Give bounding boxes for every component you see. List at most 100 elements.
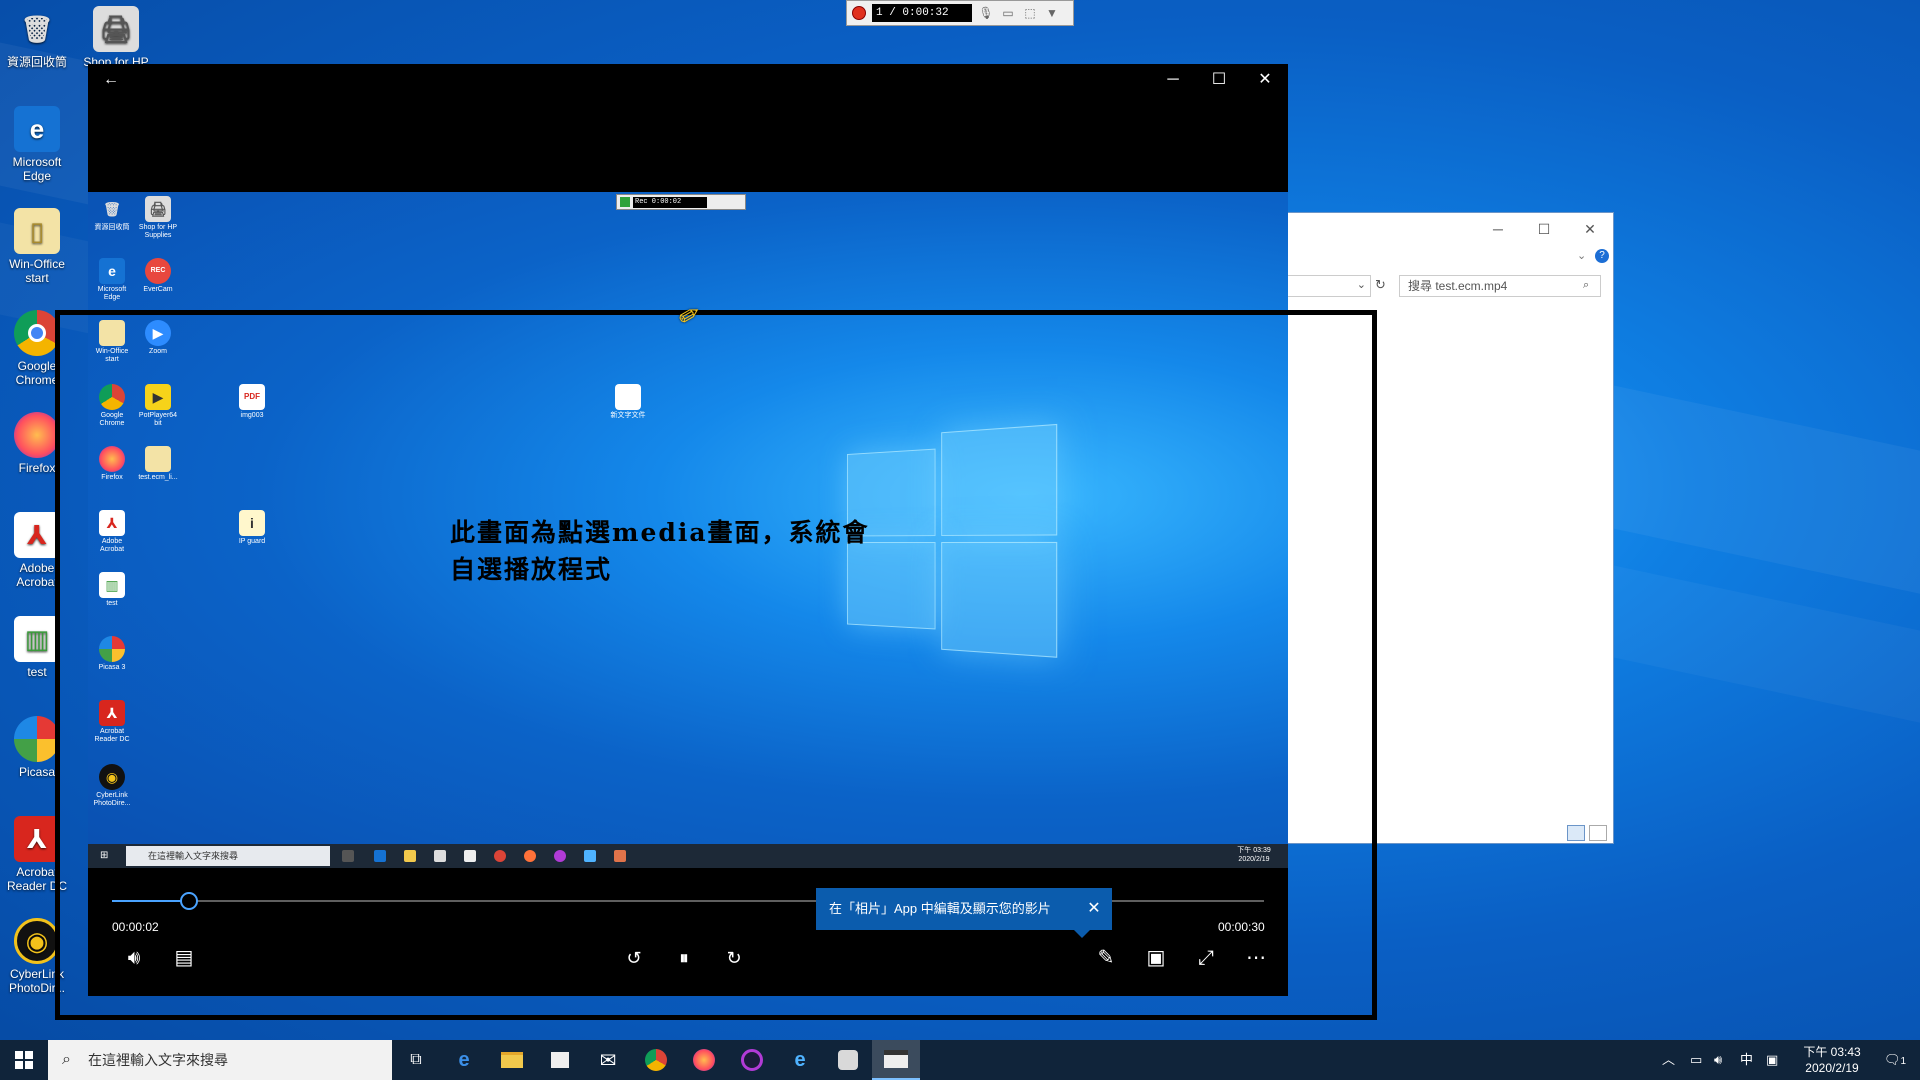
recycle-bin-icon: 🗑 [103, 201, 121, 217]
chevron-down-icon: ⌄ [1356, 279, 1366, 291]
mini-view-icon[interactable]: ▣ [1138, 940, 1174, 976]
inner-desktop-icon: i IP guard [230, 510, 274, 546]
desktop-icon-win-office[interactable]: ▯ Win-Office start [0, 208, 74, 285]
search-icon: ⌕ [62, 1051, 71, 1068]
inner-desktop-icon: ▥ test [90, 572, 134, 608]
subtitles-icon[interactable]: ▤ [166, 940, 202, 976]
desktop-icon-label: Firefox [18, 461, 56, 475]
total-time: 00:00:30 [1218, 920, 1265, 934]
inner-desktop-icon: ⅄ Acrobat Reader DC [90, 700, 134, 744]
photos-app-tooltip[interactable]: 在「相片」App 中編輯及顯示您的影片 ✕ [816, 888, 1112, 938]
desktop-icon-edge[interactable]: e Microsoft Edge [0, 106, 74, 183]
skip-back-icon[interactable]: ↺ [616, 940, 652, 976]
dropdown-arrow-icon[interactable]: ▼ [1044, 6, 1060, 20]
fullscreen-icon[interactable]: ⤢ [1188, 940, 1224, 976]
record-icon[interactable] [852, 6, 866, 20]
ie-icon [584, 850, 596, 862]
file-explorer-icon[interactable] [488, 1040, 536, 1080]
edge-icon[interactable]: e [440, 1040, 488, 1080]
desktop-icon-label: Google Chrome [15, 359, 59, 387]
desktop-icon-test[interactable]: ▥ test [0, 616, 74, 679]
ime-indicator[interactable]: 中 [1740, 1040, 1753, 1080]
inner-desktop-icon: PDF img003 [230, 384, 274, 420]
seek-bar-thumb[interactable] [180, 892, 199, 910]
inner-desktop-icon: Google Chrome [90, 384, 134, 428]
store-icon [434, 850, 446, 862]
volume-icon[interactable]: 🔊︎ [1714, 1040, 1722, 1080]
minimize-icon[interactable]: ─ [1483, 219, 1513, 239]
test-icon: ▥ [14, 616, 60, 662]
screen-recorder-toolbar: 1 / 0:00:32 🎙 ▭ ⬚ ▼ [846, 0, 1074, 26]
close-icon[interactable]: ✕ [1575, 219, 1605, 239]
details-view-icon[interactable] [1567, 825, 1585, 841]
mail-icon[interactable]: ✉ [584, 1040, 632, 1080]
search-icon: ⌕ [1583, 279, 1590, 291]
maximize-icon[interactable]: ☐ [1529, 219, 1559, 239]
edge-icon: e [99, 258, 125, 284]
inner-search-box: 在這裡輸入文字來搜尋 [126, 846, 330, 866]
volume-icon[interactable]: 🔊︎ [116, 940, 152, 976]
ie-icon[interactable]: e [776, 1040, 824, 1080]
camera-icon[interactable]: ▭ [1000, 6, 1016, 20]
app-icon[interactable] [824, 1040, 872, 1080]
desktop-icon-picasa[interactable]: Picasa [0, 716, 74, 779]
notification-icon: 🗨 [1884, 1052, 1901, 1067]
maximize-icon[interactable]: ☐ [1196, 64, 1242, 96]
inner-recorder-toolbar: Rec 0:00:02 [616, 194, 746, 210]
current-time: 00:00:02 [112, 920, 159, 934]
desktop-icon-firefox[interactable]: Firefox [0, 412, 74, 475]
acrobat-icon: ⅄ [14, 512, 60, 558]
desktop-icon-shop-hp[interactable]: 🖨 Shop for HP [78, 6, 154, 69]
desktop-icon-reader[interactable]: ⅄ Acrobat Reader DC [0, 816, 74, 893]
taskbar-search-input[interactable]: ⌕ 在這裡輸入文字來搜尋 [48, 1040, 392, 1080]
notification-center-icon[interactable]: 🗨1 [1884, 1040, 1906, 1080]
minimize-icon[interactable]: ─ [1150, 64, 1196, 96]
help-icon[interactable]: ? [1595, 249, 1609, 263]
ime-mode-icon[interactable]: ▣ [1766, 1040, 1778, 1080]
windows-start-button[interactable] [0, 1040, 48, 1080]
network-icon[interactable]: ▭ [1690, 1040, 1702, 1080]
app-icon [554, 850, 566, 862]
task-view-icon[interactable]: ⧉ [392, 1040, 440, 1080]
folder-icon [145, 446, 171, 472]
desktop-icon-recycle-bin[interactable]: 🗑 資源回收筒 [0, 6, 74, 69]
desktop-icon-chrome[interactable]: Google Chrome [0, 310, 74, 387]
firefox-icon [524, 850, 536, 862]
pause-icon[interactable]: ⏸︎ [666, 940, 702, 976]
app-icon[interactable] [728, 1040, 776, 1080]
search-placeholder: 在這裡輸入文字來搜尋 [88, 1052, 228, 1068]
reader-icon: ⅄ [14, 816, 60, 862]
refresh-icon[interactable]: ↻ [1375, 277, 1386, 293]
inner-taskbar: ⊞ 在這裡輸入文字來搜尋 下午 03:39 2020/2/19 [88, 844, 1288, 868]
close-icon[interactable]: ✕ [1242, 64, 1288, 96]
desktop-icon-acrobat[interactable]: ⅄ Adobe Acrobat [0, 512, 74, 589]
back-arrow-icon[interactable]: ← [88, 64, 134, 96]
large-icons-view-icon[interactable] [1589, 825, 1607, 841]
picasa-icon [14, 716, 60, 762]
printer-icon: 🖨 [145, 196, 171, 222]
chevron-down-icon[interactable]: ⌄ [1577, 249, 1586, 262]
firefox-icon[interactable] [680, 1040, 728, 1080]
chrome-icon[interactable] [632, 1040, 680, 1080]
inner-desktop-icon: Win-Office start [90, 320, 134, 364]
address-bar[interactable]: ⌄ [1287, 275, 1371, 297]
video-caption-text: 此畫面為點選media畫面，系統會 自選播放程式 [450, 514, 870, 588]
taskbar-clock[interactable]: 下午 03:43 2020/2/19 [1790, 1044, 1874, 1076]
chevron-up-icon[interactable]: ︿ [1662, 1040, 1675, 1080]
windows-logo-icon [15, 1051, 33, 1069]
clock-date: 2020/2/19 [1805, 1061, 1859, 1075]
explorer-search-input[interactable]: 搜尋 test.ecm.mp4 [1399, 275, 1601, 297]
movies-tv-app-icon[interactable] [872, 1040, 920, 1080]
inner-desktop-icon: ⅄ Adobe Acrobat [90, 510, 134, 554]
edit-pencil-icon[interactable]: ✎ [1088, 940, 1124, 976]
video-frame[interactable]: Rec 0:00:02 🗑 資源回收筒 🖨 Shop for HP Supplies… [88, 192, 1288, 868]
region-select-icon[interactable]: ⬚ [1022, 6, 1038, 20]
skip-forward-30-icon[interactable]: ↻ [716, 940, 752, 976]
microphone-icon[interactable]: 🎙 [978, 6, 994, 20]
recorder-timer: 1 / 0:00:32 [872, 4, 972, 22]
desktop-icon-cyberlink[interactable]: ◉ CyberLink PhotoDir... [0, 918, 74, 995]
more-options-icon[interactable]: ⋯ [1238, 940, 1274, 976]
store-icon[interactable] [536, 1040, 584, 1080]
close-icon[interactable]: ✕ [1084, 888, 1104, 930]
mail-icon [464, 850, 476, 862]
